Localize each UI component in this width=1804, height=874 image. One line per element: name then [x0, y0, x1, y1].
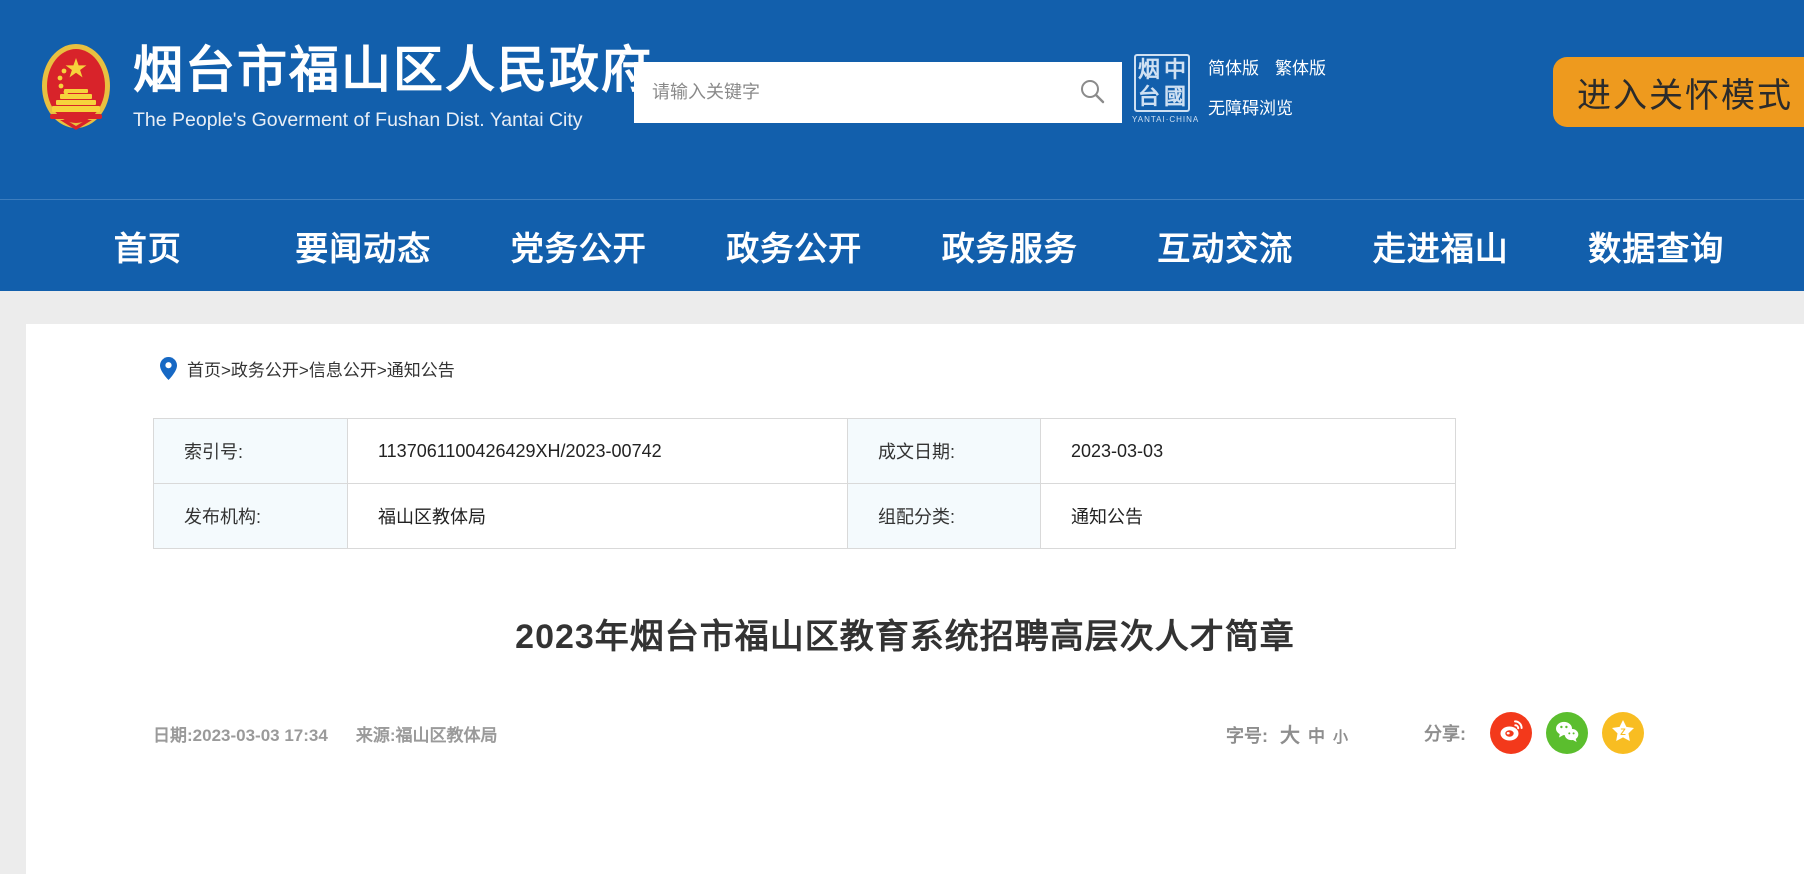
wechat-icon	[1554, 718, 1580, 749]
issuing-agency-label: 发布机构:	[153, 483, 348, 549]
share-weibo-button[interactable]	[1490, 712, 1532, 754]
document-info-table: 索引号: 1137061100426429XH/2023-00742 成文日期:…	[153, 418, 1456, 549]
article-meta: 日期:2023-03-03 17:34 来源:福山区教体局	[153, 721, 498, 746]
site-header: 烟台市福山区人民政府 The People's Goverment of Fus…	[0, 0, 1804, 199]
china-national-emblem-icon	[30, 38, 122, 138]
nav-item-about[interactable]: 走进福山	[1333, 222, 1549, 270]
location-pin-icon	[160, 357, 177, 380]
page-title: 2023年烟台市福山区教育系统招聘高层次人才简章	[515, 618, 1295, 656]
share-qzone-button[interactable]: Z	[1602, 712, 1644, 754]
seal-char-2: 中	[1163, 57, 1186, 82]
nav-item-interact[interactable]: 互动交流	[1118, 222, 1334, 270]
seal-char-3: 台	[1137, 84, 1160, 109]
nav-item-home[interactable]: 首页	[40, 222, 256, 270]
font-size-medium-button[interactable]: 中	[1308, 722, 1325, 747]
nav-item-news[interactable]: 要闻动态	[256, 222, 472, 270]
publish-date-value: 2023-03-03	[1040, 418, 1456, 484]
lang-link-simplified[interactable]: 简体版	[1208, 54, 1259, 84]
share-control: 分享: Z	[1424, 712, 1644, 754]
table-row: 索引号: 1137061100426429XH/2023-00742 成文日期:…	[153, 418, 1456, 484]
seal-characters: 烟 中 台 國	[1134, 54, 1190, 112]
breadcrumb-text[interactable]: 首页>政务公开>信息公开>通知公告	[187, 356, 455, 381]
index-number-label: 索引号:	[153, 418, 348, 484]
search-icon	[1077, 76, 1107, 109]
qzone-star-icon: Z	[1610, 718, 1636, 749]
table-row: 发布机构: 福山区教体局 组配分类: 通知公告	[153, 483, 1456, 549]
accessibility-link[interactable]: 无障碍浏览	[1208, 99, 1293, 118]
lang-link-traditional[interactable]: 繁体版	[1275, 54, 1326, 84]
font-size-label: 字号:	[1225, 725, 1268, 746]
language-links: 简体版 繁体版 无障碍浏览	[1208, 54, 1358, 124]
nav-item-gov-open[interactable]: 政务公开	[687, 222, 903, 270]
article-date: 日期:2023-03-03 17:34	[153, 725, 328, 745]
content-card: 首页>政务公开>信息公开>通知公告 索引号: 1137061100426429X…	[26, 324, 1804, 874]
main-navigation: 首页 要闻动态 党务公开 政务公开 政务服务 互动交流 走进福山 数据查询	[0, 199, 1804, 291]
seal-char-4: 國	[1163, 84, 1186, 109]
search-button[interactable]	[1062, 62, 1122, 123]
care-mode-button[interactable]: 进入关怀模式	[1553, 57, 1804, 127]
nav-item-gov-svc[interactable]: 政务服务	[902, 222, 1118, 270]
search-box[interactable]	[634, 62, 1122, 123]
seal-caption: YANTAI·CHINA	[1132, 115, 1200, 124]
search-input[interactable]	[634, 62, 1062, 123]
font-size-control: 字号: 大 中 小	[1226, 719, 1348, 748]
site-title: 烟台市福山区人民政府 The People's Goverment of Fus…	[133, 40, 653, 135]
category-value: 通知公告	[1040, 483, 1456, 549]
index-number-value: 1137061100426429XH/2023-00742	[347, 418, 848, 484]
share-wechat-button[interactable]	[1546, 712, 1588, 754]
nav-item-party[interactable]: 党务公开	[471, 222, 687, 270]
yantai-china-seal-logo[interactable]: 烟 中 台 國 YANTAI·CHINA	[1132, 54, 1200, 130]
publish-date-label: 成文日期:	[847, 418, 1041, 484]
svg-text:Z: Z	[1620, 727, 1626, 737]
site-title-cn: 烟台市福山区人民政府	[133, 42, 653, 98]
article-source: 来源:福山区教体局	[355, 725, 498, 745]
weibo-icon	[1498, 718, 1524, 749]
breadcrumb: 首页>政务公开>信息公开>通知公告	[26, 324, 1804, 381]
article-tools: 字号: 大 中 小 分享: Z	[1226, 712, 1644, 754]
font-size-small-button[interactable]: 小	[1333, 726, 1348, 747]
article-meta-row: 日期:2023-03-03 17:34 来源:福山区教体局 字号: 大 中 小 …	[26, 712, 1804, 754]
issuing-agency-value: 福山区教体局	[347, 483, 848, 549]
page-background: 首页>政务公开>信息公开>通知公告 索引号: 1137061100426429X…	[0, 291, 1804, 874]
seal-char-1: 烟	[1137, 57, 1160, 82]
font-size-large-button[interactable]: 大	[1280, 719, 1300, 748]
site-title-en: The People's Goverment of Fushan Dist. Y…	[133, 109, 583, 131]
share-label: 分享:	[1424, 724, 1466, 744]
nav-item-data[interactable]: 数据查询	[1549, 222, 1765, 270]
category-label: 组配分类:	[847, 483, 1041, 549]
